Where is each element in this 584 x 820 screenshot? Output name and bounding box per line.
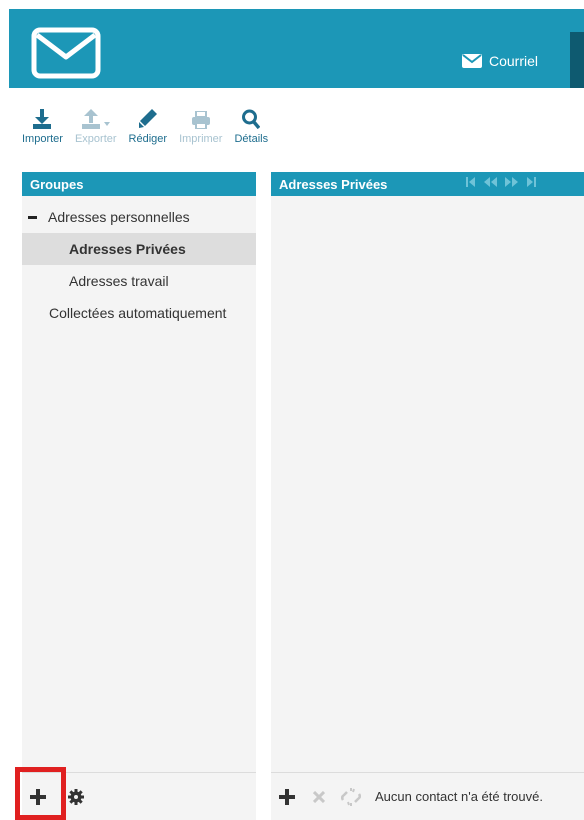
envelope-icon [462,54,482,68]
status-message: Aucun contact n'a été trouvé. [375,789,543,804]
delete-icon[interactable] [313,790,325,803]
mail-logo-icon[interactable] [31,27,101,79]
addressbook-nav-tab[interactable] [570,32,584,88]
group-item-work[interactable]: Adresses travail [22,265,256,297]
pencil-icon [138,109,157,128]
mail-nav-button[interactable]: Courriel [462,53,538,69]
collected-label: Collectées automatiquement [49,305,227,321]
add-group-icon[interactable] [30,789,46,805]
details-label: Détails [234,133,269,145]
group-label-private: Adresses Privées [69,241,186,257]
next-page-icon[interactable] [505,177,519,187]
contacts-header: Adresses Privées [271,172,584,196]
upload-icon [81,109,110,129]
details-button[interactable]: Détails [234,105,268,153]
contacts-panel: Adresses Privées Aucun contact n'a été t… [271,172,584,820]
first-page-icon[interactable] [466,177,475,187]
add-contact-icon[interactable] [279,788,295,805]
contacts-footer: Aucun contact n'a été trouvé. [271,772,584,820]
printer-icon [191,111,210,129]
groups-footer [22,772,256,820]
groups-header: Groupes [22,172,256,196]
top-header: Courriel [9,9,584,88]
export-label: Exporter [74,133,117,145]
print-label: Imprimer [179,133,223,145]
print-button[interactable]: Imprimer [179,105,222,153]
group-label-work: Adresses travail [69,273,169,289]
collected-item[interactable]: Collectées automatiquement [22,297,256,329]
compose-button[interactable]: Rédiger [128,105,168,153]
import-label: Importer [22,133,63,145]
mail-nav-label: Courriel [489,53,539,69]
unlink-icon[interactable] [341,787,361,806]
pagination [466,177,536,187]
contacts-title: Adresses Privées [279,176,388,192]
addressbook-label: Adresses personnelles [48,209,190,225]
gear-icon[interactable] [68,789,84,805]
export-button[interactable]: Exporter [75,105,117,153]
collapse-icon[interactable] [28,215,37,219]
import-button[interactable]: Importer [22,105,63,153]
search-icon [242,109,261,129]
addressbook-item[interactable]: Adresses personnelles [22,201,256,233]
last-page-icon[interactable] [527,177,536,187]
groups-panel: Groupes Adresses personnelles Adresses P… [22,172,256,820]
previous-page-icon[interactable] [483,177,497,187]
compose-label: Rédiger [128,133,168,145]
toolbar: Importer Exporter Rédiger Imprimer Détai… [22,105,280,153]
download-icon [33,109,52,129]
group-item-private[interactable]: Adresses Privées [22,233,256,265]
